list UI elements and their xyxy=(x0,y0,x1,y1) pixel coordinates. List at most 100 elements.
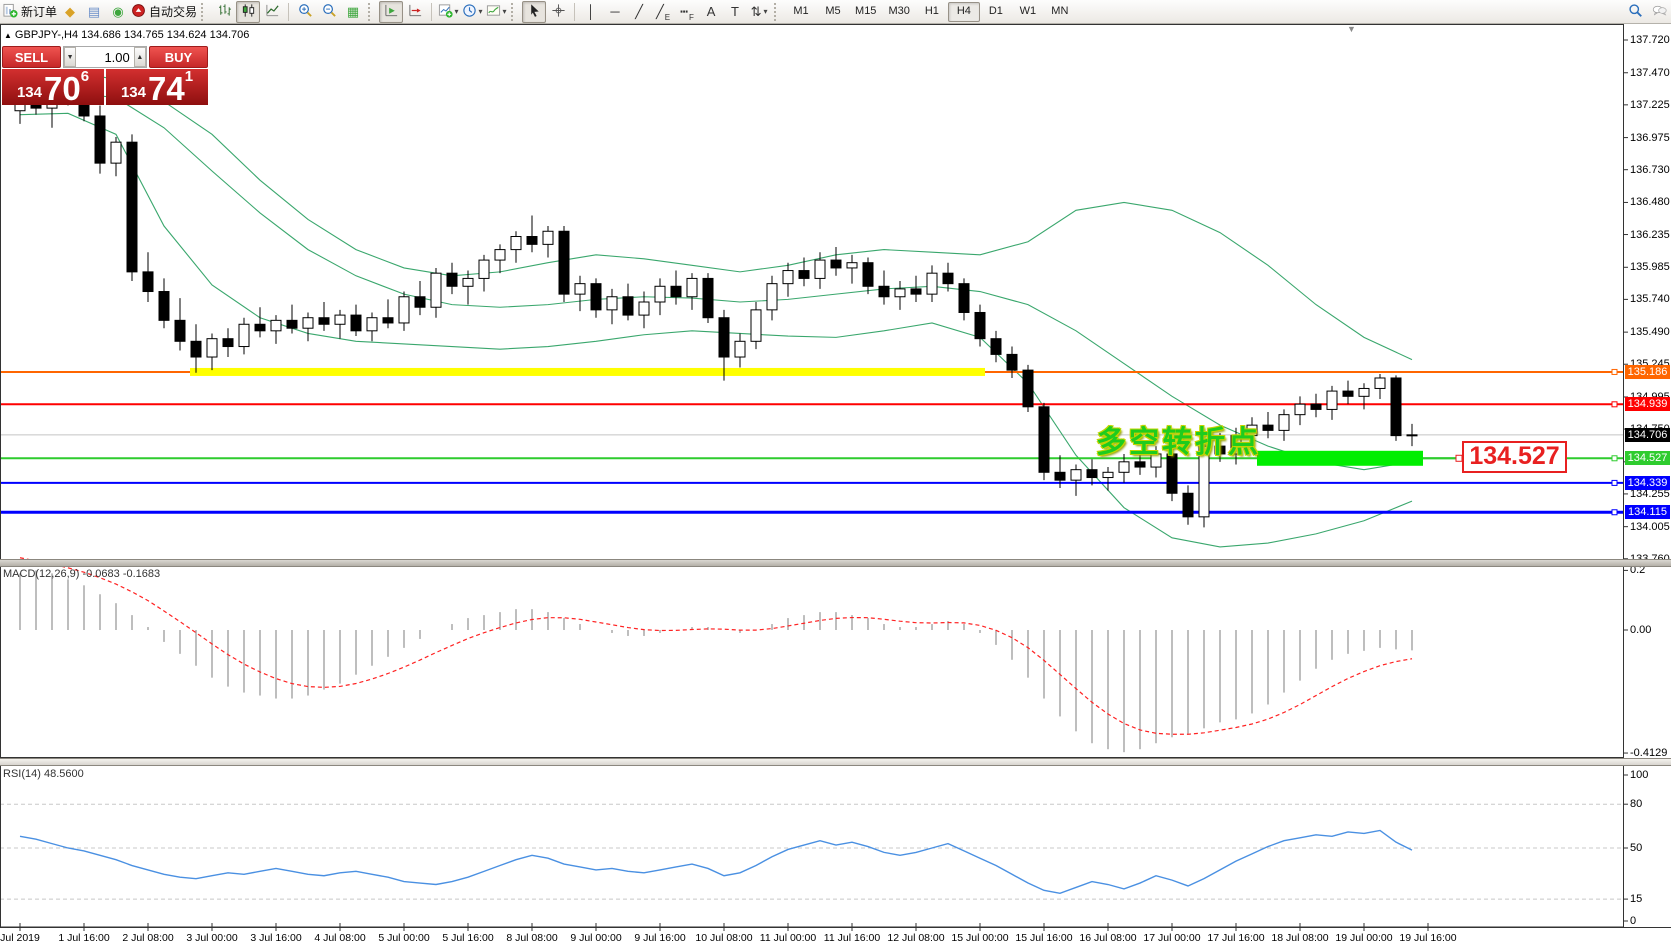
search-button[interactable] xyxy=(1623,1,1647,23)
chart-canvas[interactable] xyxy=(0,0,1671,949)
candle xyxy=(478,259,490,279)
tf-M30[interactable]: M30 xyxy=(882,2,915,22)
new-order-button[interactable]: 新订单 xyxy=(2,1,58,23)
candle xyxy=(670,285,682,298)
price-axis-tick: 137.720 xyxy=(1630,34,1670,46)
macd-pane-splitter[interactable] xyxy=(0,559,1671,567)
turning-point-annotation[interactable]: 多空转折点 xyxy=(1096,417,1261,461)
tf-D1[interactable]: D1 xyxy=(980,2,1012,22)
volume-decrease-button[interactable]: ▼ xyxy=(64,47,77,67)
zoom-in-button[interactable] xyxy=(293,1,317,23)
candle xyxy=(382,317,394,324)
support-line-blue-2-price-tag[interactable]: 134.115 xyxy=(1625,505,1670,520)
volume-increase-button[interactable]: ▲ xyxy=(133,47,147,67)
candle xyxy=(1182,492,1194,518)
auto-scroll-button[interactable] xyxy=(379,0,404,23)
bar-chart-button[interactable] xyxy=(212,1,236,23)
candle xyxy=(990,338,1002,355)
candle xyxy=(190,340,202,358)
chart-shift-icon xyxy=(408,3,423,20)
arrows-button[interactable]: ⇅ ▾ xyxy=(747,1,771,23)
candle xyxy=(1390,377,1402,437)
buy-button[interactable]: BUY xyxy=(149,46,208,68)
period-icon xyxy=(462,3,477,20)
arrows-icon: ⇅ xyxy=(750,4,762,19)
template-icon xyxy=(486,3,501,20)
sell-price-display[interactable]: 134 70 6 xyxy=(2,69,104,105)
symbol-info: ▲ GBPJPY-,H4 134.686 134.765 134.624 134.… xyxy=(4,29,249,41)
tf-M5[interactable]: M5 xyxy=(817,2,849,22)
candle xyxy=(350,314,362,332)
horizontal-line-button[interactable]: ─ xyxy=(603,1,627,23)
fibonacci-button[interactable]: ┅ F xyxy=(675,1,699,23)
price-callout-label[interactable]: 134.527 xyxy=(1462,441,1567,473)
resistance-line-red-price-tag[interactable]: 134.939 xyxy=(1625,397,1670,412)
price-axis-tick: 135.985 xyxy=(1630,261,1670,274)
chevron-down-icon[interactable]: ▾ xyxy=(455,7,459,16)
candle xyxy=(174,319,186,342)
candle xyxy=(334,314,346,325)
trendline-button[interactable]: ╱ xyxy=(627,1,651,23)
candle xyxy=(894,288,906,298)
signals-icon-button[interactable]: ◉ xyxy=(106,1,130,23)
chevron-down-icon[interactable]: ▾ xyxy=(479,7,483,16)
tf-MN[interactable]: MN xyxy=(1044,2,1076,22)
tf-H4[interactable]: H4 xyxy=(947,1,980,22)
charts-icon-button[interactable]: ▤ xyxy=(82,1,106,23)
collapse-panel-icon[interactable]: ▲ xyxy=(4,31,12,40)
volume-input[interactable] xyxy=(76,47,134,67)
autotrade-button[interactable]: 自动交易 xyxy=(130,1,198,23)
candle xyxy=(1374,377,1386,389)
new-chart-button[interactable]: ▾ xyxy=(436,1,460,23)
price-axis-tick: 137.470 xyxy=(1630,66,1670,79)
candle xyxy=(158,291,170,321)
tf-W1[interactable]: W1 xyxy=(1012,2,1044,22)
candle xyxy=(862,262,874,287)
equidistant-channel-button[interactable]: ╱ E xyxy=(651,1,675,23)
support-line-blue-1-price-tag[interactable]: 134.339 xyxy=(1625,475,1670,490)
tf-M15[interactable]: M15 xyxy=(849,2,882,22)
time-axis-label: 17 Jul 00:00 xyxy=(1143,932,1201,944)
tf-M1[interactable]: M1 xyxy=(785,2,817,22)
autotrade-icon xyxy=(131,3,146,20)
candle xyxy=(1006,353,1018,371)
chart-shift-button[interactable] xyxy=(403,1,427,23)
candle xyxy=(686,277,698,298)
toolbar-separator xyxy=(288,2,290,21)
vertical-line-button[interactable]: │ xyxy=(579,1,603,23)
text-label-button[interactable]: T xyxy=(723,1,747,23)
chevron-down-icon[interactable]: ▾ xyxy=(763,7,767,16)
resistance-line-orange-price-tag[interactable]: 135.186 xyxy=(1625,364,1670,379)
candle xyxy=(654,285,666,303)
signals-icon-icon: ◉ xyxy=(112,4,124,19)
time-axis-label: 17 Jul 16:00 xyxy=(1207,932,1265,944)
price-axis-tick: 135.490 xyxy=(1630,326,1670,339)
cursor-button[interactable] xyxy=(522,0,547,23)
candlestick-chart-button[interactable] xyxy=(236,0,261,23)
time-axis-label: 15 Jul 00:00 xyxy=(951,932,1009,944)
candle xyxy=(798,270,810,279)
zoom-out-button[interactable] xyxy=(317,1,341,23)
chat-button[interactable] xyxy=(1647,1,1671,23)
line-chart-button[interactable] xyxy=(260,1,284,23)
chart-shift-marker[interactable]: ▼ xyxy=(1347,24,1356,34)
one-click-trade-panel: SELL ▼ ▲ BUY 134 70 6 134 74 1 xyxy=(2,46,208,105)
tile-windows-button[interactable]: ▦ xyxy=(341,1,365,23)
new-order-icon xyxy=(3,3,18,20)
rsi-indicator-label: RSI(14) 48.5600 xyxy=(3,768,84,780)
crosshair-button[interactable] xyxy=(546,1,570,23)
tf-H1[interactable]: H1 xyxy=(916,2,948,22)
template-button[interactable]: ▾ xyxy=(484,1,508,23)
time-axis-label: 3 Jul 00:00 xyxy=(186,932,238,944)
sell-button[interactable]: SELL xyxy=(2,46,61,68)
profiles-icon-button[interactable]: ◆ xyxy=(58,1,82,23)
candle xyxy=(974,311,986,340)
candle xyxy=(110,141,122,164)
text-button[interactable]: A xyxy=(699,1,723,23)
chat-icon xyxy=(1652,3,1667,20)
buy-price-display[interactable]: 134 74 1 xyxy=(106,69,208,105)
pivot-line-green-price-tag[interactable]: 134.527 xyxy=(1625,451,1670,466)
chevron-down-icon[interactable]: ▾ xyxy=(503,7,507,16)
rsi-pane-splitter[interactable] xyxy=(0,758,1671,766)
period-button[interactable]: ▾ xyxy=(460,1,484,23)
